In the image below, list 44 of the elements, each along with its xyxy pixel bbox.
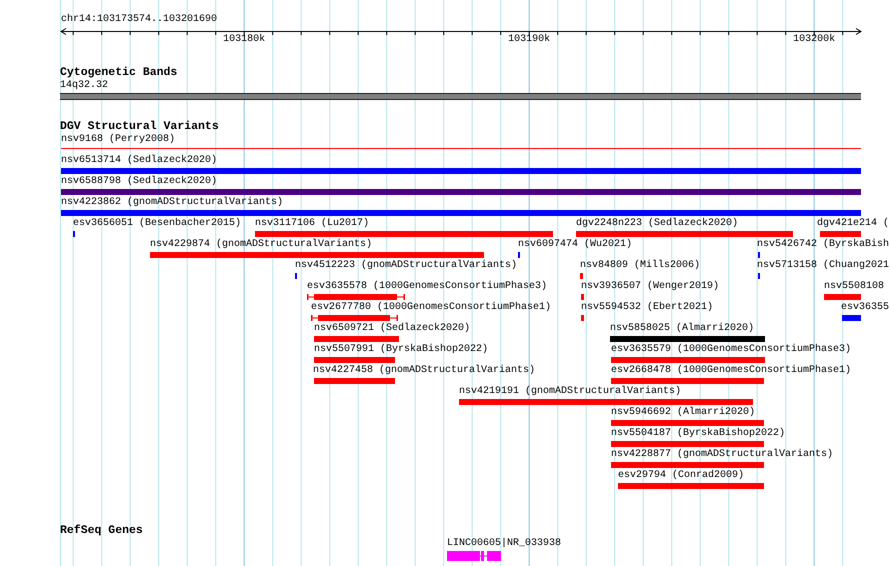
feature-label: nsv6509721 (Sedlazeck2020) (314, 323, 470, 335)
feature-label: esv29794 (Conrad2009) (618, 470, 744, 482)
track-title: RefSeq Genes (60, 525, 143, 537)
feature-label: esv2668478 (1000GenomesConsortiumPhase1) (611, 365, 852, 377)
feature-label: nsv84809 (Mills2006) (580, 260, 700, 272)
feature-label: nsv5713158 (Chuang2021 (757, 260, 890, 272)
feature-label: 14q32.32 (60, 80, 108, 92)
track-title: DGV Structural Variants (60, 121, 219, 133)
variant-line[interactable] (61, 148, 861, 149)
feature-label: nsv9168 (Perry2008) (61, 134, 176, 146)
track-title: Cytogenetic Bands (60, 67, 178, 79)
feature-label: nsv6513714 (Sedlazeck2020) (61, 155, 218, 167)
feature-label: nsv4228877 (gnomADStructuralVariants) (611, 449, 834, 461)
location-label: chr14:103173574..103201690 (61, 14, 218, 26)
feature-label: dgv421e214 ( (817, 218, 890, 230)
feature-label: nsv4223862 (gnomADStructuralVariants) (61, 197, 284, 209)
feature-label: nsv4227458 (gnomADStructuralVariants) (313, 365, 536, 377)
tick-label: 103180k (223, 34, 266, 46)
gene-drawing[interactable] (447, 551, 501, 561)
feature-label: esv2677780 (1000GenomesConsortiumPhase1) (311, 302, 552, 314)
feature-label: LINC00605|NR_033938 (447, 538, 562, 550)
feature-label: nsv6588798 (Sedlazeck2020) (61, 176, 218, 188)
feature-label: nsv4512223 (gnomADStructuralVariants) (295, 260, 518, 272)
feature-label: dgv2248n223 (Sedlazeck2020) (576, 218, 738, 230)
feature-label: nsv5594532 (Ebert2021) (581, 302, 714, 314)
feature-label: nsv5858025 (Almarri2020) (610, 323, 754, 335)
tick-label: 103190k (508, 34, 550, 46)
feature-label: nsv4219191 (gnomADStructuralVariants) (459, 386, 682, 398)
feature-label: nsv5508108 (824, 281, 884, 293)
feature-label: esv36355 (841, 302, 890, 314)
feature-label: nsv5504187 (ByrskaBishop2022) (611, 428, 786, 440)
feature-label: nsv3936507 (Wenger2019) (581, 281, 720, 293)
feature-label: nsv3117106 (Lu2017) (255, 218, 370, 230)
variant-bar[interactable] (307, 294, 405, 300)
tick-label: 103200k (793, 34, 836, 46)
feature-label: esv3635578 (1000GenomesConsortiumPhase3) (307, 281, 548, 293)
feature-label: esv3635579 (1000GenomesConsortiumPhase3) (611, 344, 852, 356)
feature-label: esv3656051 (Besenbacher2015) (73, 218, 242, 230)
feature-label: nsv5426742 (ByrskaBish (757, 239, 890, 251)
feature-label: nsv4229874 (gnomADStructuralVariants) (150, 239, 372, 251)
feature-label: nsv6097474 (Wu2021) (518, 239, 632, 251)
variant-bar[interactable] (311, 315, 398, 321)
feature-label: nsv5507991 (ByrskaBishop2022) (314, 344, 488, 356)
feature-label: nsv5946692 (Almarri2020) (611, 407, 756, 419)
